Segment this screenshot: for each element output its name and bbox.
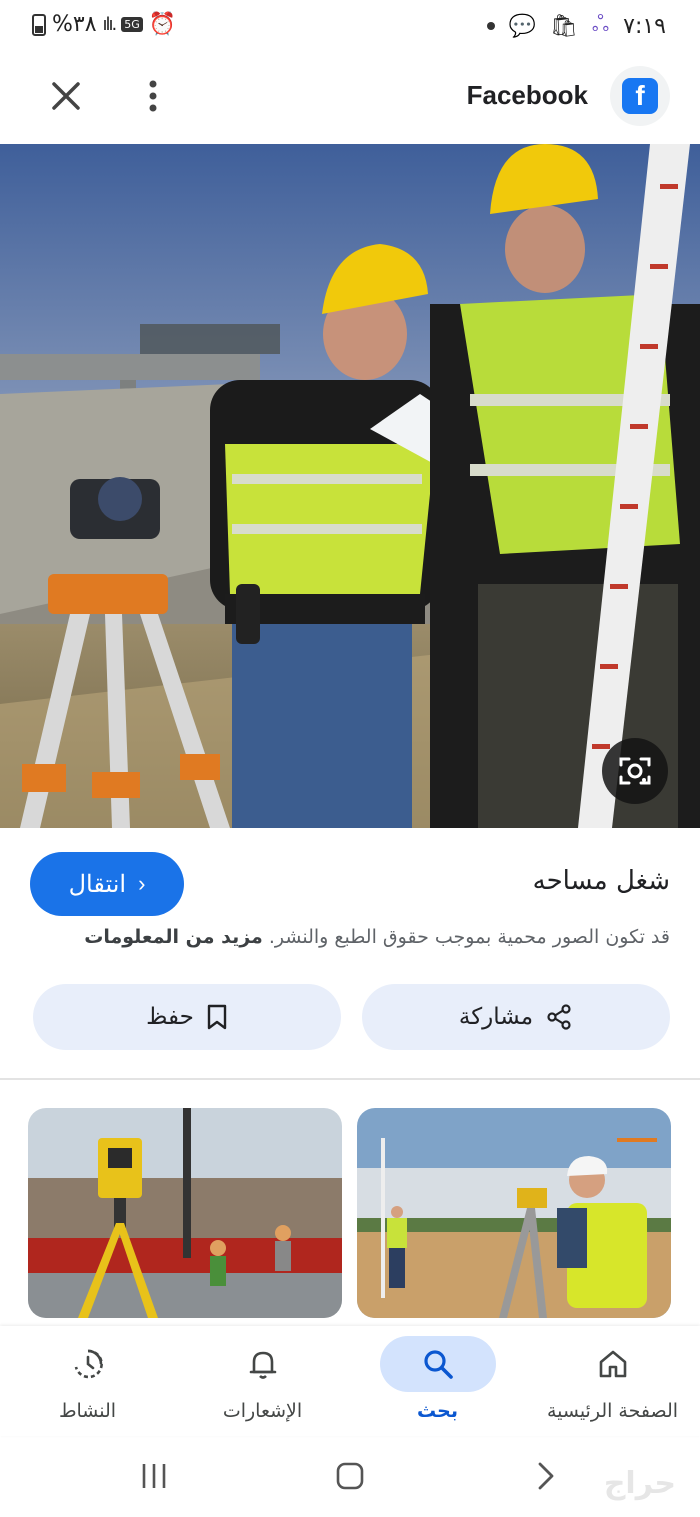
chevron-right-icon: ›	[138, 871, 146, 896]
nav-home[interactable]: الصفحة الرئيسية	[525, 1336, 700, 1432]
recent-apps-icon	[142, 1464, 166, 1488]
nav-activity-icon-wrap	[30, 1336, 146, 1392]
nav-notifications-icon-wrap	[205, 1336, 321, 1392]
save-button[interactable]: حفظ	[33, 984, 341, 1050]
section-divider	[0, 1078, 700, 1080]
status-bar: %٣٨ ılı. 5G ⏰ 💬 🛍 ஃ ٧:١٩	[0, 0, 700, 56]
nav-search-label: بحث	[417, 1400, 458, 1422]
nav-notifications[interactable]: الإشعارات	[175, 1336, 350, 1432]
google-lens-button[interactable]	[602, 738, 668, 804]
source-logo[interactable]: f	[610, 66, 670, 126]
bookmark-icon	[207, 1004, 227, 1030]
related-image-thumbnail[interactable]	[357, 1108, 671, 1318]
lens-camera-icon	[619, 757, 651, 785]
back-system-button[interactable]	[524, 1454, 568, 1498]
source-title[interactable]: Facebook	[467, 80, 588, 111]
nav-notifications-label: الإشعارات	[222, 1400, 303, 1422]
image-title: شغل مساحه	[532, 866, 670, 896]
share-button[interactable]: مشاركة	[362, 984, 670, 1050]
close-button[interactable]	[46, 76, 86, 116]
battery-level: %٣٨	[52, 12, 97, 37]
chat-icon: 💬	[508, 13, 536, 39]
app-notification-icon: ஃ	[591, 12, 610, 37]
network-type: 5G	[121, 17, 143, 32]
visit-button[interactable]: انتقال ›	[30, 852, 184, 916]
more-options-button[interactable]	[140, 76, 166, 116]
close-icon	[52, 82, 80, 110]
copyright-notice: قد تكون الصور محمية بموجب حقوق الطبع وال…	[30, 926, 670, 948]
recent-apps-button[interactable]	[132, 1454, 176, 1498]
bottom-navigation: الصفحة الرئيسية بحث الإشعارات النشاط	[0, 1326, 700, 1436]
surveyors-photo	[0, 144, 700, 828]
image-viewer-header: Facebook f	[0, 60, 700, 140]
home-icon	[599, 1350, 626, 1378]
related-image-thumbnail[interactable]	[28, 1108, 342, 1318]
facebook-logo-icon: f	[622, 78, 658, 114]
nav-search-icon-wrap	[379, 1336, 496, 1392]
share-label: مشاركة	[458, 1004, 534, 1030]
search-icon	[423, 1350, 453, 1379]
more-info-link[interactable]: مزيد من المعلومات	[84, 926, 263, 948]
save-label: حفظ	[146, 1004, 194, 1030]
surveyor-field-photo	[357, 1108, 671, 1318]
main-image[interactable]	[0, 144, 700, 828]
notification-dot-icon	[486, 22, 495, 30]
signal-icon: ılı.	[102, 14, 118, 35]
bell-icon	[249, 1351, 276, 1379]
share-icon	[547, 1004, 571, 1030]
status-left: %٣٨ ılı. 5G ⏰	[32, 12, 176, 37]
more-vert-icon	[149, 80, 157, 112]
copyright-text: قد تكون الصور محمية بموجب حقوق الطبع وال…	[268, 926, 670, 948]
nav-activity-label: النشاط	[58, 1400, 117, 1422]
battery-icon	[32, 13, 46, 36]
nav-home-label: الصفحة الرئيسية	[546, 1400, 679, 1422]
clock-time: ٧:١٩	[623, 13, 666, 39]
nav-home-icon-wrap	[555, 1336, 671, 1392]
alarm-icon: ⏰	[148, 12, 177, 37]
home-system-button[interactable]	[328, 1454, 372, 1498]
watermark-logo: حراج	[603, 1466, 676, 1501]
shopping-bag-icon: 🛍	[549, 13, 578, 39]
system-navigation-bar: حراج	[0, 1436, 700, 1517]
construction-site-photo	[28, 1108, 342, 1318]
visit-label: انتقال	[68, 870, 127, 898]
activity-icon	[74, 1349, 103, 1379]
status-right: 💬 🛍 ஃ ٧:١٩	[486, 12, 666, 40]
chevron-back-icon	[538, 1462, 554, 1490]
nav-activity[interactable]: النشاط	[0, 1336, 175, 1432]
home-square-icon	[336, 1462, 364, 1490]
nav-search[interactable]: بحث	[350, 1336, 525, 1432]
